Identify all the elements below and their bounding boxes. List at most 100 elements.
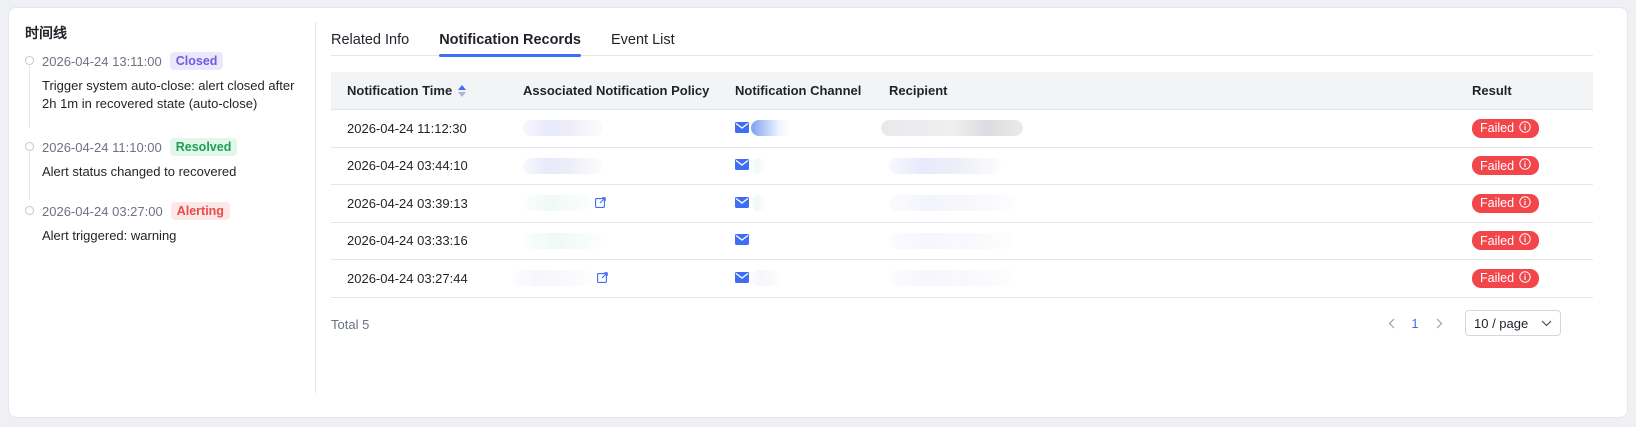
cell-channel — [735, 233, 749, 248]
timeline-time: 2026-04-24 03:27:00 — [42, 203, 163, 219]
next-page-button[interactable] — [1427, 311, 1451, 335]
cell-time: 2026-04-24 03:33:16 — [347, 233, 468, 249]
result-failed-badge[interactable]: Failed — [1472, 156, 1540, 176]
cell-policy[interactable] — [513, 270, 608, 287]
timeline-connector — [29, 66, 30, 128]
status-badge: Alerting — [170, 202, 230, 220]
cell-result: Failed — [1472, 193, 1540, 213]
timeline-item: 2026-04-24 03:27:00 Alerting Alert trigg… — [25, 201, 311, 245]
chevron-left-icon — [1388, 318, 1394, 328]
timeline-item: 2026-04-24 11:10:00 Resolved Alert statu… — [25, 137, 311, 200]
info-icon[interactable] — [1519, 233, 1531, 248]
cell-channel — [735, 270, 781, 287]
table-header: Notification Time Associated Notificatio… — [331, 72, 1593, 110]
vertical-divider — [315, 22, 316, 393]
external-link-icon[interactable] — [597, 271, 608, 286]
mail-icon — [735, 271, 749, 286]
cell-time: 2026-04-24 03:44:10 — [347, 158, 468, 174]
cell-policy[interactable] — [523, 157, 603, 174]
redacted-policy — [523, 195, 591, 212]
cell-result: Failed — [1472, 268, 1540, 288]
tab-bar: Related Info Notification Records Event … — [331, 22, 1593, 57]
chevron-right-icon — [1436, 318, 1442, 328]
cell-recipient — [889, 157, 1001, 174]
cell-recipient — [889, 270, 1015, 287]
info-icon[interactable] — [1519, 158, 1531, 173]
cell-recipient — [889, 232, 1015, 249]
table-row: 2026-04-24 03:39:13 Failed — [331, 185, 1593, 223]
redacted-policy — [523, 120, 603, 137]
cell-channel — [735, 195, 765, 212]
result-failed-badge[interactable]: Failed — [1472, 268, 1540, 288]
redacted-policy — [523, 157, 603, 174]
timeline-dot-icon — [25, 142, 34, 151]
cell-time: 2026-04-24 11:12:30 — [347, 120, 467, 136]
timeline-dot-icon — [25, 56, 34, 65]
sort-icon[interactable] — [458, 84, 467, 97]
tab-event-list[interactable]: Event List — [611, 22, 675, 56]
redacted-channel — [751, 270, 781, 287]
info-icon[interactable] — [1519, 271, 1531, 286]
cell-result: Failed — [1472, 156, 1540, 176]
mail-icon — [735, 196, 749, 211]
tab-related-info[interactable]: Related Info — [331, 22, 409, 56]
status-badge: Resolved — [169, 138, 238, 156]
mail-icon — [735, 158, 749, 173]
timeline-panel: 时间线 2026-04-24 13:11:00 Closed Trigger s… — [25, 24, 311, 245]
alert-detail-card: 时间线 2026-04-24 13:11:00 Closed Trigger s… — [8, 7, 1628, 418]
timeline-item: 2026-04-24 13:11:00 Closed Trigger syste… — [25, 51, 311, 128]
tab-notification-records[interactable]: Notification Records — [439, 22, 581, 57]
page-number-current[interactable]: 1 — [1403, 311, 1427, 335]
info-icon[interactable] — [1519, 121, 1531, 136]
mail-icon — [735, 121, 749, 136]
cell-recipient — [881, 120, 1023, 137]
result-failed-badge[interactable]: Failed — [1472, 231, 1540, 251]
table-row: 2026-04-24 03:44:10 Failed — [331, 148, 1593, 185]
prev-page-button[interactable] — [1379, 311, 1403, 335]
header-channel: Notification Channel — [735, 83, 862, 98]
cell-policy[interactable] — [523, 195, 606, 212]
cell-time: 2026-04-24 03:27:44 — [347, 270, 468, 286]
external-link-icon[interactable] — [595, 196, 606, 211]
status-badge: Closed — [169, 52, 224, 70]
total-count: Total 5 — [331, 317, 370, 332]
cell-channel — [735, 120, 791, 137]
redacted-recipient — [889, 232, 1015, 249]
redacted-recipient — [881, 120, 1023, 137]
redacted-recipient — [889, 157, 1001, 174]
table-row: 2026-04-24 03:27:44 Failed — [331, 260, 1593, 298]
cell-channel — [735, 157, 765, 174]
redacted-channel — [751, 195, 765, 212]
cell-policy[interactable] — [523, 232, 603, 249]
redacted-channel — [751, 157, 765, 174]
result-failed-badge[interactable]: Failed — [1472, 193, 1540, 213]
cell-recipient — [889, 195, 1015, 212]
redacted-policy — [523, 232, 603, 249]
timeline-description: Alert triggered: warning — [42, 228, 177, 243]
header-recipient: Recipient — [889, 83, 948, 98]
cell-result: Failed — [1472, 231, 1540, 251]
cell-policy[interactable] — [523, 120, 603, 137]
page-size-select[interactable]: 10 / page — [1465, 310, 1561, 336]
timeline-time: 2026-04-24 11:10:00 — [42, 139, 162, 155]
chevron-down-icon — [1541, 320, 1552, 326]
cell-result: Failed — [1472, 118, 1540, 138]
notification-records-table: Notification Time Associated Notificatio… — [331, 72, 1593, 298]
result-failed-badge[interactable]: Failed — [1472, 118, 1540, 138]
info-icon[interactable] — [1519, 196, 1531, 211]
header-policy: Associated Notification Policy — [523, 83, 710, 98]
pagination: 1 10 / page — [1379, 310, 1561, 336]
header-result: Result — [1472, 83, 1512, 98]
redacted-recipient — [889, 195, 1015, 212]
table-row: 2026-04-24 11:12:30 Failed — [331, 110, 1593, 148]
timeline-description: Trigger system auto-close: alert closed … — [42, 78, 295, 111]
timeline-connector — [29, 152, 30, 200]
table-row: 2026-04-24 03:33:16 Failed — [331, 223, 1593, 260]
mail-icon — [735, 233, 749, 248]
timeline-description: Alert status changed to recovered — [42, 164, 237, 179]
redacted-recipient — [889, 270, 1015, 287]
cell-time: 2026-04-24 03:39:13 — [347, 195, 468, 211]
header-notification-time[interactable]: Notification Time — [347, 83, 467, 98]
timeline-dot-icon — [25, 206, 34, 215]
redacted-channel — [751, 120, 791, 137]
